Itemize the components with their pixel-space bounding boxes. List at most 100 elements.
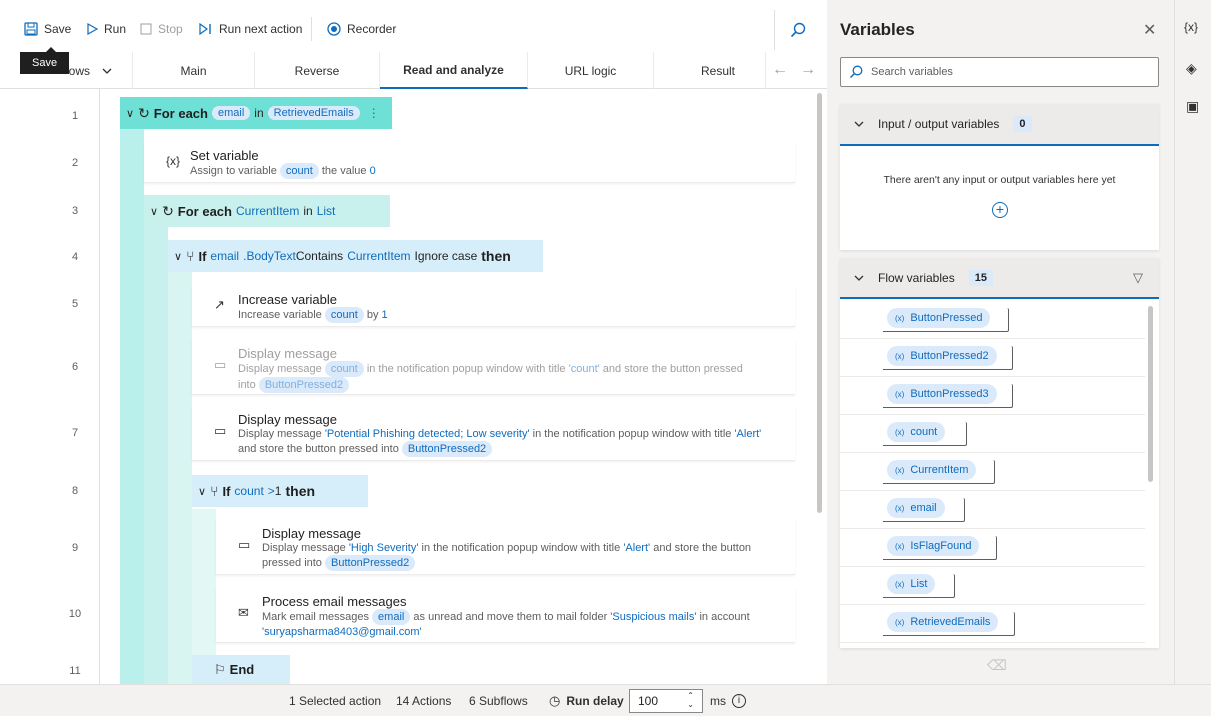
loop-icon: ↻ (162, 202, 174, 219)
tab-reverse[interactable]: Reverse (255, 52, 380, 89)
run-delay-input[interactable]: 100 ⌃ ⌄ (629, 689, 703, 713)
chevron-down-icon: ∨ (198, 485, 207, 498)
toolbar: Save Run Stop Run next action Recorder (0, 0, 827, 58)
tab-read-and-analyze[interactable]: Read and analyze (380, 52, 528, 89)
chevron-down-icon (854, 275, 864, 281)
more-options-icon[interactable]: ⋮ (368, 106, 380, 120)
section-label: Input / output variables (878, 117, 1000, 131)
loop-block-bar (120, 125, 144, 684)
if-keyword: If (222, 483, 231, 499)
flow-variable-name: count (910, 426, 938, 438)
variables-pane: Variables ✕ Search variables Input / out… (827, 0, 1174, 684)
info-icon[interactable]: i (732, 694, 746, 708)
subflows-count: 6 Subflows (469, 694, 528, 708)
flow-variable-chip[interactable]: (x) ButtonPressed3 (887, 384, 997, 404)
filter-icon[interactable]: ▽ (1133, 270, 1143, 286)
flow-variable-chip[interactable]: (x) count (887, 422, 946, 442)
variable-token: email (211, 106, 251, 120)
run-next-action-button[interactable]: Run next action (199, 17, 302, 41)
flow-variable-chip[interactable]: (x) email (887, 498, 945, 518)
variable-prefix-icon: (x) (895, 617, 905, 627)
tab-main[interactable]: Main (133, 52, 255, 89)
in-keyword: in (303, 204, 313, 218)
search-icon (790, 22, 805, 38)
branch-icon: ⑂ (210, 483, 219, 499)
tab-url-logic[interactable]: URL logic (528, 52, 654, 89)
tab-result[interactable]: Result (654, 52, 766, 89)
count-badge: 0 (1013, 116, 1032, 132)
flag-icon: ⚐ (214, 661, 226, 677)
layers-icon[interactable]: ◈ (1186, 60, 1197, 77)
variable-prefix-icon: (x) (895, 465, 905, 475)
line-number: 9 (71, 542, 79, 554)
recorder-button[interactable]: Recorder (327, 17, 396, 41)
line-number: 1 (71, 110, 79, 122)
variable-prefix-icon: (x) (895, 579, 905, 589)
if-action[interactable]: ∨ ⑂ If email .BodyTextContains CurrentIt… (168, 240, 543, 272)
if-keyword: If (198, 248, 207, 264)
run-delay-value: 100 (638, 694, 659, 708)
action-title: Display message (238, 346, 337, 361)
chevron-down-icon: ∨ (150, 205, 159, 218)
for-each-keyword: For each (177, 203, 232, 219)
in-keyword: in (254, 106, 264, 120)
section-label: Flow variables (878, 270, 955, 285)
variable-token: CurrentItem (347, 249, 411, 263)
flow-variable-chip[interactable]: (x) IsFlagFound (887, 536, 980, 556)
variable-token: count (234, 484, 264, 498)
flow-variable-name: IsFlagFound (910, 540, 972, 552)
action-description: Assign to variable count the value 0 (190, 163, 376, 179)
action-description: Display message 'Potential Phishing dete… (238, 428, 762, 457)
display-message-action[interactable]: ▭ Display message Display message 'Poten… (192, 405, 795, 461)
for-each-action[interactable]: ∨ ↻ For each CurrentItem in List (144, 195, 390, 227)
chevron-down-icon (102, 68, 112, 74)
arrow-left-icon[interactable]: ← (772, 61, 788, 79)
arrow-right-icon[interactable]: → (800, 61, 816, 79)
tab-label: Main (180, 63, 207, 78)
editor-scrollbar[interactable] (817, 93, 822, 513)
for-each-action[interactable]: ∨ ↻ For each email in RetrievedEmails ⋮ (120, 97, 392, 129)
variables-rail-icon[interactable]: {x} (1184, 20, 1198, 34)
action-title: Display message (238, 412, 337, 427)
run-button[interactable]: Run (86, 17, 126, 41)
stop-button[interactable]: Stop (140, 17, 183, 41)
tab-label: Read and analyze (403, 62, 504, 77)
flow-variable-chip[interactable]: (x) ButtonPressed2 (887, 346, 997, 366)
image-icon[interactable]: ▣ (1186, 98, 1199, 115)
display-message-action[interactable]: ▭ Display message Display message 'High … (216, 519, 795, 575)
stop-icon (140, 23, 152, 35)
search-variables-input[interactable]: Search variables (840, 57, 1159, 87)
process-email-messages-action[interactable]: ✉ Process email messages Mark email mess… (216, 587, 795, 643)
flow-variable-chip[interactable]: (x) List (887, 574, 936, 594)
save-button[interactable]: Save (24, 17, 71, 41)
if-block-bar (168, 267, 192, 684)
spinner-icon[interactable]: ⌃ ⌄ (687, 691, 694, 709)
count-badge: 15 (968, 269, 993, 286)
if-action[interactable]: ∨ ⑂ If count >1 then (192, 475, 368, 507)
flow-variable-chip[interactable]: (x) RetrievedEmails (887, 612, 999, 632)
variable-token: email (210, 249, 240, 263)
search-actions-button[interactable] (774, 10, 820, 50)
add-icon[interactable]: + (992, 202, 1008, 218)
display-message-action-disabled[interactable]: ▭ Display message Display message count … (192, 339, 795, 395)
close-icon[interactable]: ✕ (1143, 20, 1156, 40)
variables-scrollbar[interactable] (1148, 306, 1153, 482)
search-icon (849, 65, 863, 79)
flow-variables-header[interactable]: Flow variables 15 ▽ (840, 258, 1159, 299)
eraser-icon[interactable]: ⌫ (987, 657, 1007, 674)
increase-variable-action[interactable]: ↗ Increase variable Increase variable co… (192, 285, 795, 327)
flow-variable-name: ButtonPressed2 (910, 350, 989, 362)
flow-variable-chip[interactable]: (x) CurrentItem (887, 460, 977, 480)
tab-label: URL logic (564, 63, 617, 78)
set-variable-action[interactable]: {x} Set variable Assign to variable coun… (144, 141, 795, 183)
action-description: Increase variable count by 1 (238, 307, 388, 323)
action-description: Mark email messages email as unread and … (262, 609, 750, 638)
line-number: 2 (71, 157, 79, 169)
record-icon (327, 22, 341, 36)
input-output-header[interactable]: Input / output variables 0 (840, 104, 1159, 146)
flow-variable-chip[interactable]: (x) ButtonPressed (887, 308, 991, 328)
end-action[interactable]: ⚐ End (192, 655, 290, 684)
variable-token: RetrievedEmails (267, 106, 360, 120)
run-delay-label: ◷ Run delay (549, 693, 624, 708)
line-number-gutter: 1 2 3 4 5 6 7 8 9 10 11 (0, 89, 100, 684)
